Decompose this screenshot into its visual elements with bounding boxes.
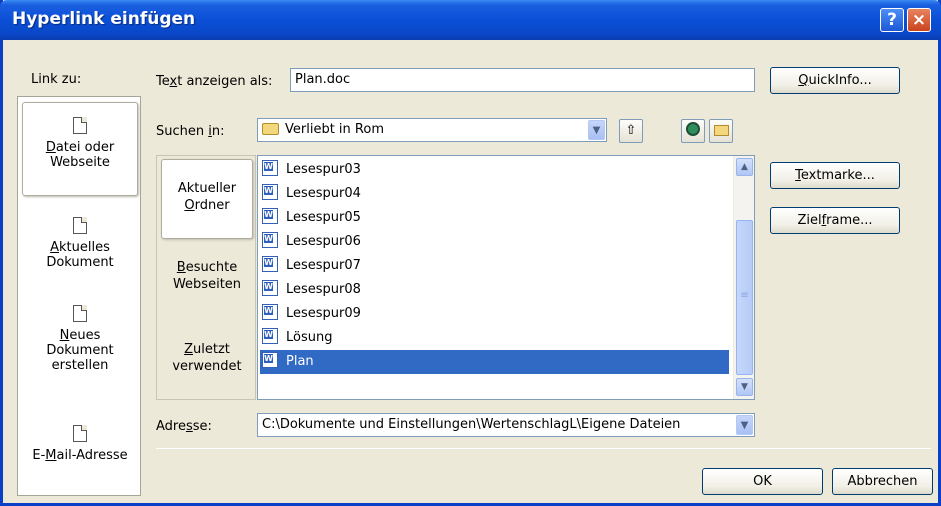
word-doc-icon: [262, 280, 278, 296]
link-to-email[interactable]: E-Mail-Adresse: [18, 425, 142, 485]
nav-label-2: Dokument: [46, 255, 114, 270]
dialog-title: Hyperlink einfügen: [12, 9, 196, 29]
file-name: Lesespur07: [286, 258, 361, 273]
link-to-label: Link zu:: [31, 72, 82, 87]
nav-label: Datei oder: [45, 140, 115, 155]
ok-button[interactable]: OK: [702, 468, 823, 495]
current-document-icon: [73, 217, 87, 234]
word-doc-icon: [262, 256, 278, 272]
tab-label-2: verwendet: [172, 359, 242, 374]
scroll-up-icon[interactable]: ▲: [736, 158, 753, 176]
link-to-file-webpage[interactable]: Datei oder Webseite: [22, 102, 138, 196]
nav-label: Neues: [59, 328, 101, 343]
word-doc-icon: [262, 160, 278, 176]
list-item[interactable]: Lesespur04: [262, 182, 730, 206]
folder-icon: [262, 123, 279, 135]
file-name: Lesespur08: [286, 282, 361, 297]
browse-file-button[interactable]: [709, 119, 733, 143]
target-frame-button[interactable]: Zielframe...: [770, 207, 900, 234]
look-in-label: Suchen in:: [156, 124, 225, 139]
tab-recent-files[interactable]: Zuletzt verwendet: [157, 341, 257, 391]
display-text-input[interactable]: Plan.doc: [290, 68, 755, 92]
link-to-new-document[interactable]: Neues Dokument erstellen: [18, 305, 142, 401]
chevron-down-icon[interactable]: ▼: [588, 120, 605, 140]
address-value: C:\Dokumente und Einstellungen\Wertensch…: [262, 417, 681, 432]
file-name: Lesespur04: [286, 186, 361, 201]
nav-label-2: Dokument: [46, 343, 114, 358]
browse-web-button[interactable]: [681, 119, 705, 143]
open-folder-icon: [713, 125, 729, 136]
new-document-icon: [73, 305, 87, 322]
word-doc-icon: [262, 304, 278, 320]
file-list[interactable]: Lesespur03 Lesespur04 Lesespur05 Lesespu…: [257, 155, 755, 400]
address-label: Adresse:: [156, 419, 212, 434]
folder-up-icon: ⇧: [625, 123, 637, 138]
list-item[interactable]: Lesespur08: [262, 278, 730, 302]
nav-label-2: Webseite: [50, 155, 110, 170]
nav-label: E-Mail-Adresse: [32, 448, 128, 463]
address-input[interactable]: C:\Dokumente und Einstellungen\Wertensch…: [257, 413, 755, 437]
cancel-button[interactable]: Abbrechen: [832, 468, 933, 495]
help-button[interactable]: ?: [880, 8, 904, 32]
scroll-down-icon[interactable]: ▼: [736, 378, 753, 396]
list-item[interactable]: Lesespur03: [262, 158, 730, 182]
word-doc-icon: [262, 328, 278, 344]
look-in-dropdown[interactable]: Verliebt in Rom ▼: [257, 118, 607, 142]
display-text-label: Text anzeigen als:: [156, 74, 273, 89]
file-name: Lesespur06: [286, 234, 361, 249]
word-doc-icon: [262, 352, 278, 368]
list-item[interactable]: Lösung: [262, 326, 730, 350]
file-name: Lesespur05: [286, 210, 361, 225]
title-bar[interactable]: Hyperlink einfügen ? ×: [0, 0, 941, 40]
file-name: Lesespur03: [286, 162, 361, 177]
list-item[interactable]: Lesespur06: [262, 230, 730, 254]
list-item[interactable]: Lesespur05: [262, 206, 730, 230]
link-to-current-document[interactable]: Aktuelles Dokument: [18, 217, 142, 287]
file-name: Lösung: [286, 330, 333, 345]
divider: [156, 448, 931, 449]
nav-label-3: erstellen: [51, 358, 109, 373]
list-item[interactable]: Lesespur09: [262, 302, 730, 326]
close-button[interactable]: ×: [907, 8, 931, 32]
tab-label: Aktueller: [177, 181, 237, 196]
bookmark-button[interactable]: Textmarke...: [770, 162, 900, 189]
word-doc-icon: [262, 184, 278, 200]
tab-current-folder[interactable]: Aktueller Ordner: [161, 159, 253, 239]
word-doc-icon: [262, 232, 278, 248]
tab-browsed-pages[interactable]: Besuchte Webseiten: [157, 259, 257, 309]
folder-up-button[interactable]: ⇧: [619, 119, 643, 143]
file-web-icon: [73, 117, 87, 134]
list-item[interactable]: Lesespur07: [262, 254, 730, 278]
hyperlink-dialog: Hyperlink einfügen ? × Link zu: Datei od…: [0, 0, 941, 506]
nav-label: Aktuelles: [50, 240, 110, 255]
email-icon: [73, 425, 87, 442]
view-tabs: Aktueller Ordner Besuchte Webseiten Zule…: [156, 155, 256, 400]
word-doc-icon: [262, 208, 278, 224]
tab-label-2: Webseiten: [172, 277, 242, 292]
file-name: Lesespur09: [286, 306, 361, 321]
file-list-scrollbar[interactable]: ▲ ≡ ▼: [733, 156, 754, 399]
look-in-value: Verliebt in Rom: [285, 122, 384, 137]
file-name: Plan: [286, 354, 314, 369]
list-item-selected[interactable]: Plan: [260, 350, 729, 374]
scroll-thumb[interactable]: ≡: [736, 220, 753, 375]
globe-search-icon: [686, 122, 700, 136]
quickinfo-button[interactable]: QuickInfo...: [770, 67, 900, 94]
chevron-down-icon[interactable]: ▼: [736, 415, 753, 435]
link-to-panel: Datei oder Webseite Aktuelles Dokument N…: [17, 96, 141, 496]
